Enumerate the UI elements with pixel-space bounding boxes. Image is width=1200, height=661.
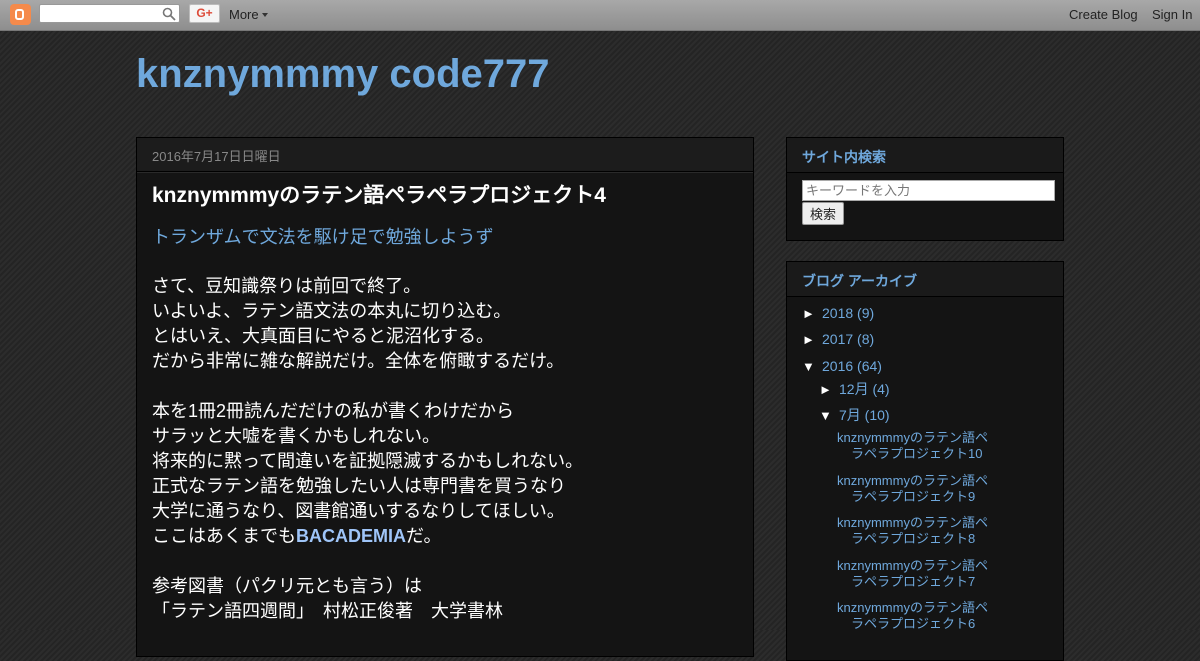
paragraph: 本を1冊2冊読んだだけの私が書くわけだから サラッと大嘘を書くかもしれない。 将… [152, 399, 742, 549]
blog-title[interactable]: knznymmmy code777 [136, 50, 550, 98]
post-link-line[interactable]: knznymmmyのラテン語ペ [837, 558, 988, 573]
google-plus-button[interactable]: G+ [189, 4, 220, 23]
text-line-suffix: だ。 [406, 526, 442, 546]
text-line: とはいえ、大真面目にやると泥沼化する。 [152, 326, 494, 346]
text-line: 本を1冊2冊読んだだけの私が書くわけだから [152, 401, 515, 421]
more-menu[interactable]: More [229, 7, 268, 22]
caret-down-icon [261, 13, 268, 17]
post-subtitle: トランザムで文法を駆け足で勉強しようず [152, 227, 494, 247]
date-header: 2016年7月17日日曜日 [137, 138, 753, 172]
blogger-navbar: G+ More Create Blog Sign In [0, 0, 1200, 31]
widget-header: サイト内検索 [787, 138, 1063, 173]
archive-post-link[interactable]: knznymmmyのラテン語ペ ラペラプロジェクト7 [837, 558, 1017, 590]
collapse-toggle-icon[interactable]: ▼ [802, 358, 822, 376]
text-line-prefix: ここはあくまでも [152, 526, 296, 546]
archive-month-label[interactable]: 7月 (10) [839, 407, 890, 423]
search-input[interactable] [802, 180, 1055, 201]
archive-year-label[interactable]: 2016 (64) [822, 358, 882, 374]
search-icon[interactable] [162, 7, 176, 21]
more-label: More [229, 7, 259, 22]
archive-widget-title: ブログ アーカイブ [802, 273, 918, 289]
post-link-line[interactable]: knznymmmyのラテン語ペ [837, 473, 988, 488]
post-link-line[interactable]: ラペラプロジェクト8 [837, 531, 1017, 547]
expand-toggle-icon[interactable]: ► [802, 331, 822, 349]
post-title[interactable]: knznymmmyのラテン語ペラペラプロジェクト4 [152, 183, 606, 209]
archive-post-link[interactable]: knznymmmyのラテン語ペ ラペラプロジェクト8 [837, 515, 1017, 547]
bacademia-link[interactable]: BACADEMIA [296, 526, 406, 546]
post-link-line[interactable]: ラペラプロジェクト9 [837, 489, 1017, 505]
expand-toggle-icon[interactable]: ► [819, 381, 839, 399]
archive-year-2016[interactable]: ▼ 2016 (64) [802, 357, 882, 376]
text-line: 大学に通うなり、図書館通いするなりしてほしい。 [152, 501, 565, 521]
text-line: 将来的に黙って間違いを証拠隠滅するかもしれない。 [152, 451, 584, 471]
blogger-logo-icon[interactable] [10, 4, 31, 25]
post-body: さて、豆知識祭りは前回で終了。 いよいよ、ラテン語文法の本丸に切り込む。 とはい… [152, 274, 742, 649]
post-link-line[interactable]: knznymmmyのラテン語ペ [837, 430, 988, 445]
archive-year-2017[interactable]: ► 2017 (8) [802, 330, 874, 349]
text-line: だから非常に雑な解説だけ。全体を俯瞰するだけ。 [152, 351, 565, 371]
text-line: 正式なラテン語を勉強したい人は専門書を買うなり [152, 476, 566, 496]
text-line: サラッと大嘘を書くかもしれない。 [152, 426, 440, 446]
text-line: 参考図書（パクリ元とも言う）は [152, 576, 422, 596]
paragraph: 参考図書（パクリ元とも言う）は 「ラテン語四週間」 村松正俊著 大学書林 [152, 574, 742, 624]
text-line: いよいよ、ラテン語文法の本丸に切り込む。 [152, 301, 512, 321]
widget-header: ブログ アーカイブ [787, 262, 1063, 297]
post-link-line[interactable]: ラペラプロジェクト7 [837, 574, 1017, 590]
post-link-line[interactable]: ラペラプロジェクト10 [837, 446, 1017, 462]
expand-toggle-icon[interactable]: ► [802, 305, 822, 323]
archive-widget: ブログ アーカイブ ► 2018 (9) ► 2017 (8) ▼ 2016 (64)… [786, 261, 1064, 661]
post-link-line[interactable]: knznymmmyのラテン語ペ [837, 600, 988, 615]
archive-year-label[interactable]: 2018 (9) [822, 305, 874, 321]
archive-year-2018[interactable]: ► 2018 (9) [802, 304, 874, 323]
create-blog-link[interactable]: Create Blog [1069, 7, 1138, 22]
sign-in-link[interactable]: Sign In [1152, 7, 1192, 22]
text-line: 「ラテン語四週間」 村松正俊著 大学書林 [152, 601, 503, 621]
post-link-line[interactable]: knznymmmyのラテン語ペ [837, 515, 988, 530]
post-date: 2016年7月17日日曜日 [152, 149, 281, 164]
text-line: さて、豆知識祭りは前回で終了。 [152, 276, 422, 296]
collapse-toggle-icon[interactable]: ▼ [819, 407, 839, 425]
paragraph: さて、豆知識祭りは前回で終了。 いよいよ、ラテン語文法の本丸に切り込む。 とはい… [152, 274, 742, 374]
archive-post-link[interactable]: knznymmmyのラテン語ペ ラペラプロジェクト9 [837, 473, 1017, 505]
archive-month-december[interactable]: ► 12月 (4) [819, 380, 890, 399]
archive-month-label[interactable]: 12月 (4) [839, 381, 890, 397]
search-widget-title: サイト内検索 [802, 149, 886, 165]
archive-post-link[interactable]: knznymmmyのラテン語ペ ラペラプロジェクト10 [837, 430, 1017, 462]
navbar-search-input[interactable] [39, 4, 180, 23]
archive-month-july[interactable]: ▼ 7月 (10) [819, 406, 890, 425]
search-button[interactable]: 検索 [802, 202, 844, 225]
post-container: 2016年7月17日日曜日 knznymmmyのラテン語ペラペラプロジェクト4 … [136, 137, 754, 657]
search-widget: サイト内検索 検索 [786, 137, 1064, 241]
archive-year-label[interactable]: 2017 (8) [822, 331, 874, 347]
archive-post-link[interactable]: knznymmmyのラテン語ペ ラペラプロジェクト6 [837, 600, 1017, 632]
